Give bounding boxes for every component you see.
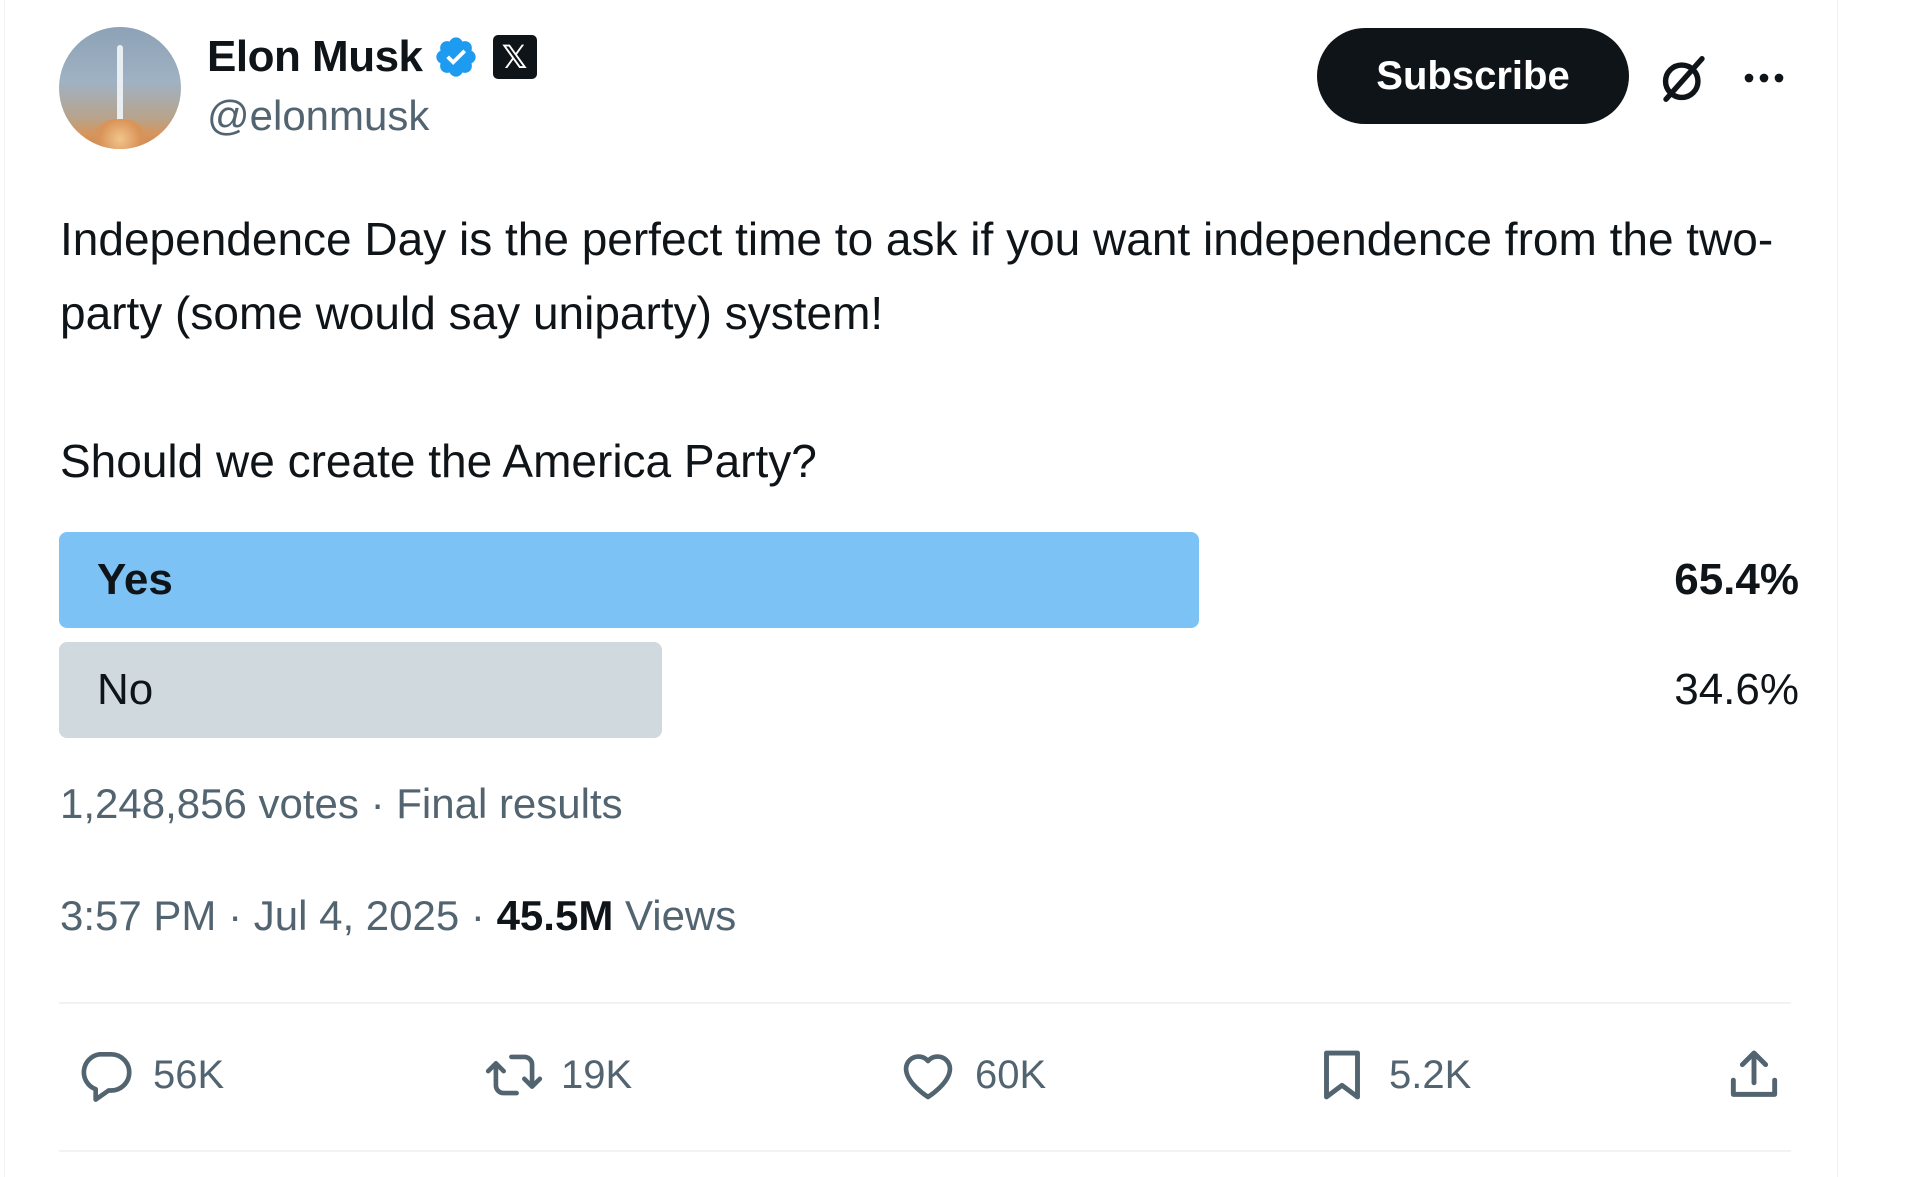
poll-option-yes: Yes 65.4% <box>59 532 1799 628</box>
poll-option-label: Yes <box>97 555 173 604</box>
repost-button[interactable]: 19K <box>483 1040 632 1110</box>
share-icon <box>1730 1050 1778 1097</box>
avatar[interactable] <box>59 27 181 149</box>
subscribe-button[interactable]: Subscribe <box>1317 28 1629 124</box>
verified-badge-icon[interactable] <box>433 34 479 80</box>
bookmark-icon <box>1324 1050 1360 1100</box>
rocket-plume <box>89 119 151 149</box>
tweet-screenshot: Elon Musk 𝕏 @elonmusk Subscribe Independ… <box>0 0 1920 1177</box>
poll-option-no: No 34.6% <box>59 642 1799 738</box>
tweet-text: Independence Day is the perfect time to … <box>60 202 1820 498</box>
author-row: Elon Musk 𝕏 <box>207 30 537 84</box>
bookmark-count: 5.2K <box>1389 1052 1472 1097</box>
poll-vote-count: 1,248,856 votes <box>60 780 359 827</box>
tweet-date[interactable]: Jul 4, 2025 <box>254 892 460 939</box>
poll-option-label: No <box>97 665 154 714</box>
author-handle[interactable]: @elonmusk <box>207 92 429 140</box>
divider <box>59 1150 1791 1152</box>
views-label: Views <box>624 892 737 939</box>
like-count: 60K <box>975 1052 1047 1097</box>
tweet-time[interactable]: 3:57 PM <box>60 892 216 939</box>
divider <box>59 1002 1791 1004</box>
views-count: 45.5M <box>496 892 614 939</box>
poll-option-percent: 65.4% <box>1674 555 1799 604</box>
x-affiliation-icon[interactable]: 𝕏 <box>492 35 537 79</box>
poll-status: Final results <box>396 780 623 827</box>
poll-bar <box>59 532 1199 628</box>
tweet-paragraph-1: Independence Day is the perfect time to … <box>60 213 1774 339</box>
poll-option-percent: 34.6% <box>1674 665 1799 714</box>
more-icon[interactable] <box>1739 58 1789 98</box>
reply-icon <box>81 1052 132 1102</box>
repost-icon <box>485 1054 543 1096</box>
bookmark-button[interactable]: 5.2K <box>1311 1040 1471 1110</box>
reply-count: 56K <box>153 1052 225 1097</box>
repost-count: 19K <box>561 1052 633 1097</box>
author-name[interactable]: Elon Musk <box>207 32 423 82</box>
share-button[interactable] <box>1723 1040 1785 1110</box>
like-button[interactable]: 60K <box>897 1040 1046 1110</box>
tweet-card: Elon Musk 𝕏 @elonmusk Subscribe Independ… <box>4 0 1838 1177</box>
timestamp-separator: · <box>459 892 497 939</box>
reply-button[interactable]: 56K <box>75 1040 224 1110</box>
timestamp-separator: · <box>216 892 254 939</box>
grok-icon[interactable] <box>1657 52 1711 106</box>
poll-meta: 1,248,856 votes · Final results <box>60 780 623 828</box>
rocket-image <box>117 45 123 125</box>
heart-icon <box>903 1054 953 1100</box>
tweet-timestamp: 3:57 PM · Jul 4, 2025 · 45.5M Views <box>60 892 736 940</box>
poll-meta-separator: · <box>358 780 397 827</box>
tweet-paragraph-2: Should we create the America Party? <box>60 435 817 487</box>
